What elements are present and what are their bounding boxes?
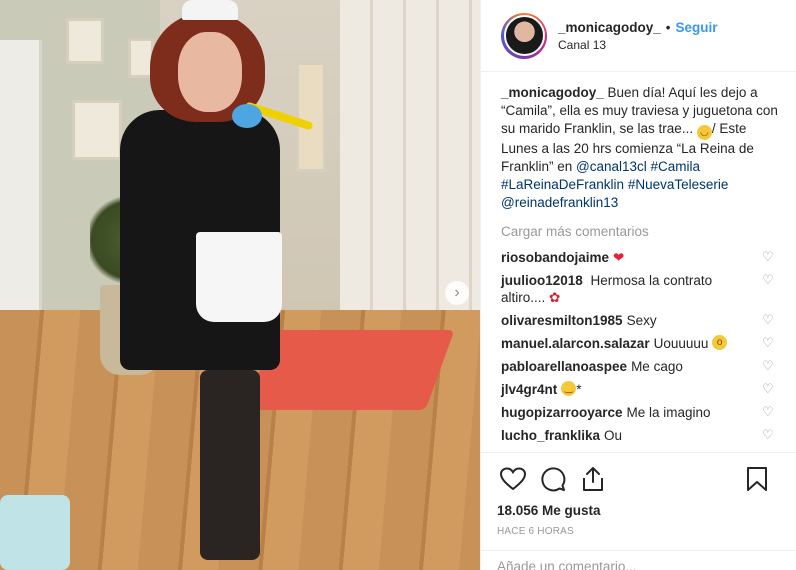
comment-row: riosobandojaime ❤ ♡ — [501, 249, 796, 266]
add-comment-input[interactable]: Añade un comentario... — [481, 550, 796, 570]
person-cap — [182, 0, 238, 20]
comment-username[interactable]: olivaresmilton1985 — [501, 312, 623, 329]
post-photo[interactable]: › — [0, 0, 480, 570]
comment-username[interactable]: manuel.alarcon.salazar — [501, 335, 650, 352]
post-side-panel: _monicagodoy_ • Seguir Canal 13 _monicag… — [480, 0, 796, 570]
load-more-comments[interactable]: Cargar más comentarios — [501, 224, 796, 239]
hashtag-link[interactable]: #LaReinaDeFranklin — [501, 177, 624, 192]
like-comment-heart-icon[interactable]: ♡ — [762, 313, 774, 326]
comment-username[interactable]: riosobandojaime — [501, 249, 609, 266]
separator-dot: • — [665, 19, 671, 35]
share-button[interactable] — [577, 463, 609, 495]
like-comment-heart-icon[interactable]: ♡ — [762, 250, 774, 263]
like-comment-heart-icon[interactable]: ♡ — [762, 428, 774, 441]
hashtag-link[interactable]: #Camila — [651, 159, 701, 174]
photo-bench — [0, 495, 70, 570]
username-link[interactable]: _monicagodoy_ — [558, 20, 661, 35]
caption: _monicagodoy_ Buen día! Aquí les dejo a … — [501, 84, 796, 212]
chevron-right-icon: › — [454, 284, 460, 301]
follow-button[interactable]: Seguir — [676, 20, 718, 35]
instagram-post: › _monicagodoy_ • Seguir Canal 13 _monic… — [0, 0, 796, 570]
like-button[interactable] — [497, 463, 529, 495]
location-link[interactable]: Canal 13 — [558, 38, 718, 52]
comment-row: hugopizarrooyarce Me la imagino ♡ — [501, 404, 796, 421]
save-button[interactable] — [741, 463, 773, 495]
like-comment-heart-icon[interactable]: ♡ — [762, 273, 774, 286]
smirk-face-icon: ‿ — [561, 381, 577, 396]
avatar[interactable] — [503, 15, 545, 56]
comment-row: jlv4gr4nt ‿ * ♡ — [501, 381, 796, 398]
comment-username[interactable]: hugopizarrooyarce — [501, 404, 623, 421]
rose-icon: ✿ — [549, 290, 561, 305]
bookmark-icon — [747, 467, 767, 491]
hashtag-link[interactable]: #NuevaTeleserie — [628, 177, 729, 192]
post-header: _monicagodoy_ • Seguir Canal 13 — [481, 0, 796, 72]
comment-text: Me la imagino — [626, 405, 711, 420]
comment-body: juulioo12018 Hermosa la contrato altiro.… — [501, 272, 756, 306]
header-text: _monicagodoy_ • Seguir Canal 13 — [558, 20, 718, 52]
photo-frame — [72, 100, 122, 160]
share-icon — [583, 467, 603, 491]
red-heart-icon: ❤ — [613, 250, 625, 265]
heart-icon — [500, 467, 526, 491]
comment-row: manuel.alarcon.salazar Uouuuuu o ♡ — [501, 335, 796, 352]
header-line: _monicagodoy_ • Seguir — [558, 20, 718, 35]
comment-text: * — [576, 382, 582, 397]
comment-username[interactable]: jlv4gr4nt — [501, 381, 557, 398]
like-comment-heart-icon[interactable]: ♡ — [762, 336, 774, 349]
feather-duster-head — [232, 104, 262, 128]
comment-row: olivaresmilton1985 Sexy ♡ — [501, 312, 796, 329]
comment-row: pabloarellanoaspee Me cago ♡ — [501, 358, 796, 375]
comments-list: _monicagodoy_ Buen día! Aquí les dejo a … — [481, 72, 796, 452]
comment-text: Ou — [604, 428, 623, 443]
person-apron — [196, 232, 282, 322]
person-legs — [200, 370, 260, 560]
upside-down-face-icon: ◡ — [696, 125, 712, 140]
caption-username[interactable]: _monicagodoy_ — [501, 85, 604, 100]
post-timestamp[interactable]: HACE 6 HORAS — [497, 526, 781, 537]
story-ring[interactable] — [501, 12, 547, 59]
like-comment-heart-icon[interactable]: ♡ — [762, 382, 774, 395]
mention-link[interactable]: @reinadefranklin13 — [501, 195, 618, 210]
photo-frame — [66, 18, 104, 64]
comment-row: lucho_franklika Ou ♡ — [501, 427, 796, 444]
like-comment-heart-icon[interactable]: ♡ — [762, 405, 774, 418]
like-comment-heart-icon[interactable]: ♡ — [762, 359, 774, 372]
comment-text: Me cago — [631, 359, 683, 374]
surprised-face-icon: o — [712, 335, 728, 350]
next-photo-button[interactable]: › — [445, 281, 469, 305]
comment-button[interactable] — [537, 463, 569, 495]
post-actions: 18.056 Me gusta HACE 6 HORAS — [481, 452, 796, 537]
action-icons — [497, 461, 781, 497]
comment-username[interactable]: juulioo12018 — [501, 273, 583, 288]
photo-frame — [296, 62, 326, 172]
comment-icon — [541, 467, 566, 492]
comment-text: Sexy — [626, 313, 657, 328]
person-face — [178, 32, 242, 112]
like-count[interactable]: 18.056 Me gusta — [497, 503, 781, 518]
comment-text: Uouuuuu — [653, 336, 709, 351]
comment-row: juulioo12018 Hermosa la contrato altiro.… — [501, 272, 796, 306]
comment-username[interactable]: lucho_franklika — [501, 427, 600, 444]
comment-username[interactable]: pabloarellanoaspee — [501, 358, 627, 375]
mention-link[interactable]: @canal13cl — [576, 159, 647, 174]
